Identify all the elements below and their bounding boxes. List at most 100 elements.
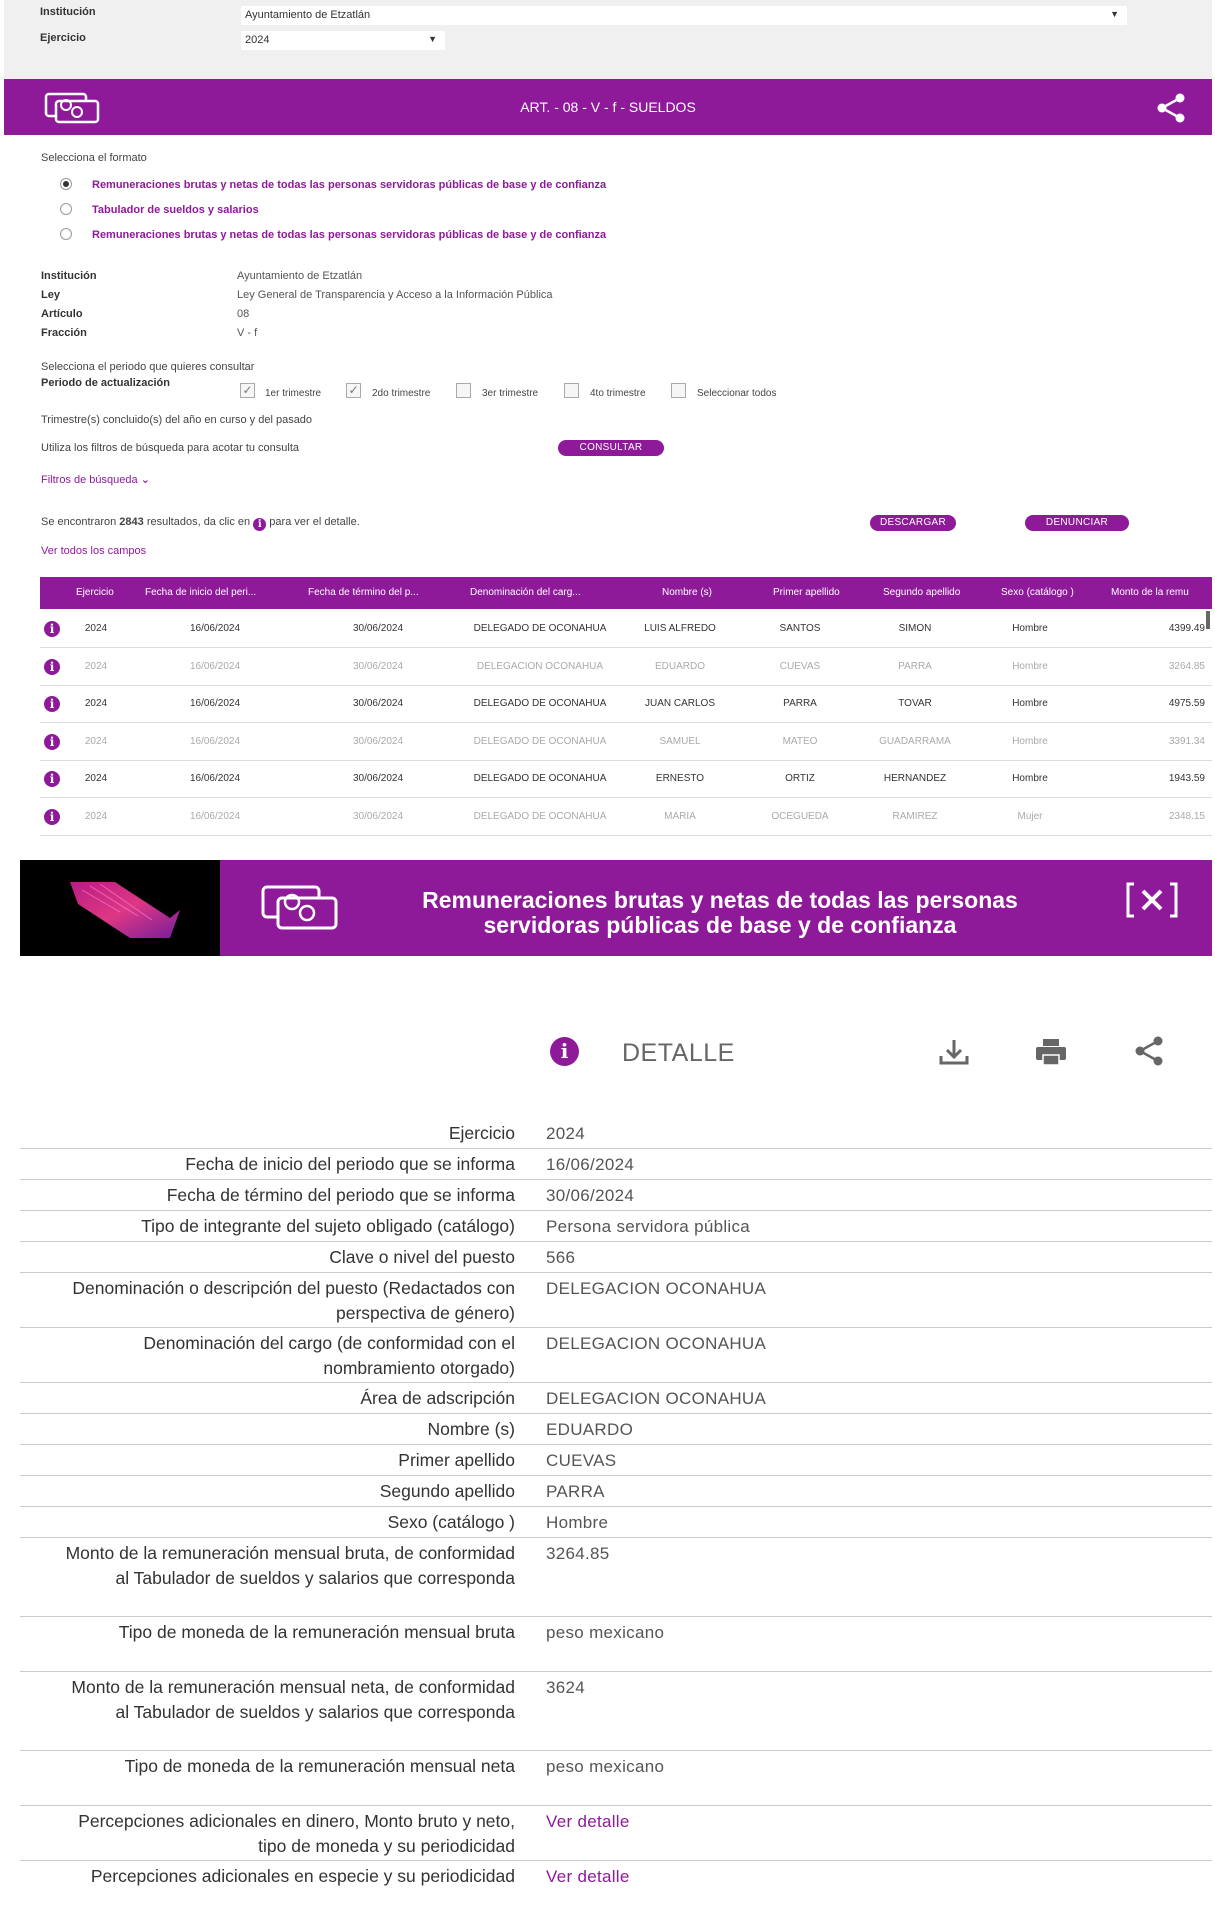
table-row[interactable]: i 2024 16/06/2024 30/06/2024 DELEGADO DE OCO… [40,799,1212,836]
detail-key: Fecha de término del periodo que se info… [166,1185,515,1205]
denunciar-button[interactable]: DENUNCIAR [1025,515,1129,531]
share-icon[interactable] [1134,1036,1164,1066]
detail-row: Tipo de moneda de la remuneración mensua… [20,1751,1212,1806]
detail-key: Monto de la remuneración mensual neta, d… [71,1677,515,1722]
detail-value: 2024 [546,1124,586,1143]
table-header: Ejercicio Fecha de inicio del peri... Fe… [40,577,1212,609]
detail-key: Denominación o descripción del puesto (R… [72,1278,515,1323]
chevron-down-icon: ▼ [1110,9,1119,19]
table-row[interactable]: i 2024 16/06/2024 30/06/2024 DELEGADO DE OCO… [40,761,1212,798]
meta-fraccion-key: Fracción [41,327,87,339]
banner-title: Remuneraciones brutas y netas de todas l… [422,887,1018,938]
table-cell: PARRA [898,660,932,672]
info-icon: i [550,1037,579,1066]
format-option-3[interactable]: Remuneraciones brutas y netas de todas l… [92,229,606,241]
table-row[interactable]: i 2024 16/06/2024 30/06/2024 DELEGADO DE OCO… [40,611,1212,648]
ejercicio-label: Ejercicio [40,32,86,44]
format-option-2[interactable]: Tabulador de sueldos y salarios [92,204,259,216]
meta-institucion-value: Ayuntamiento de Etzatlán [237,270,363,282]
ejercicio-select[interactable]: 2024 ▼ [241,31,445,50]
meta-fraccion-value: V - f [237,327,258,339]
detail-value: 3264.85 [546,1544,610,1563]
info-icon: i [253,518,267,531]
table-row[interactable]: i 2024 16/06/2024 30/06/2024 DELEGADO DE OCO… [40,686,1212,723]
meta-ley-value: Ley General de Transparencia y Acceso a … [237,289,553,301]
ver-detalle-link[interactable]: Ver detalle [546,1864,630,1889]
table-cell: HERNANDEZ [883,773,947,784]
filtros-toggle-label: Filtros de búsqueda [41,474,138,486]
table-cell: 2024 [84,623,108,634]
info-icon[interactable]: i [44,658,60,675]
download-icon[interactable] [938,1038,970,1066]
column-header[interactable]: Sexo (catálogo ) [1001,587,1074,598]
detail-row: Área de adscripción DELEGACION OCONAHUA [20,1383,1212,1414]
institucion-select-value: Ayuntamiento de Etzatlán [245,9,371,21]
format-radio-3[interactable] [60,228,72,240]
institucion-select[interactable]: Ayuntamiento de Etzatlán ▼ [241,6,1127,25]
detail-row: Clave o nivel del puesto 566 [20,1242,1212,1273]
format-radio-2[interactable] [60,203,72,215]
column-header[interactable]: Nombre (s) [662,587,712,598]
info-icon[interactable]: i [44,733,60,750]
period-option-4[interactable]: 4to trimestre [590,388,646,399]
table-cell: 16/06/2024 [189,698,241,709]
close-icon[interactable] [1126,882,1178,918]
column-header[interactable]: Monto de la remu [1111,587,1212,598]
table-cell: ERNESTO [655,773,705,784]
table-cell: 4975.59 [1168,698,1205,709]
table-cell: Hombre [1012,660,1048,672]
checkmark-icon: ✓ [242,383,253,397]
period-option-1[interactable]: 1er trimestre [265,388,321,399]
column-header[interactable]: Primer apellido [773,587,840,598]
table-cell: SANTOS [779,623,821,634]
table-cell: 30/06/2024 [352,660,404,672]
table-cell: 30/06/2024 [352,735,404,747]
results-summary: Se encontraron 2843 resultados, da clic … [41,516,360,531]
detail-key: Segundo apellido [379,1481,515,1501]
table-cell: Mujer [1017,810,1043,822]
column-header[interactable]: Fecha de inicio del peri... [145,587,285,598]
info-icon[interactable]: i [44,621,60,637]
detail-key: Área de adscripción [360,1388,515,1408]
detail-key: Primer apellido [398,1450,515,1470]
period-option-all[interactable]: Seleccionar todos [697,388,777,399]
period-checkbox-3[interactable] [456,383,471,398]
info-icon[interactable]: i [44,808,60,825]
table-cell: 2024 [84,810,108,822]
period-checkbox-4[interactable] [564,383,579,398]
column-header[interactable]: Fecha de término del p... [308,587,448,598]
detail-key: Nombre (s) [427,1419,515,1439]
detail-value: 3624 [546,1678,586,1697]
table-cell: PARRA [783,698,817,709]
period-checkbox-all[interactable] [671,383,686,398]
descargar-button[interactable]: DESCARGAR [870,515,956,531]
table-cell: Hombre [1012,773,1048,784]
table-cell: GUADARRAMA [879,735,951,747]
table-cell: SAMUEL [659,735,701,747]
format-radio-1[interactable] [60,178,72,190]
period-checkbox-2[interactable]: ✓ [346,383,361,398]
print-icon[interactable] [1035,1038,1067,1066]
consultar-button[interactable]: CONSULTAR [558,440,664,456]
period-option-3[interactable]: 3er trimestre [482,388,538,399]
detail-value: Persona servidora pública [546,1217,751,1236]
table-row[interactable]: i 2024 16/06/2024 30/06/2024 DELEGACION OCON… [40,649,1212,686]
period-option-2[interactable]: 2do trimestre [372,388,430,399]
column-header[interactable]: Ejercicio [76,587,114,598]
column-header[interactable]: Segundo apellido [883,587,960,598]
filtros-toggle[interactable]: Filtros de búsqueda ⌄ [41,473,150,486]
ver-todos-campos-link[interactable]: Ver todos los campos [41,545,146,557]
table-cell: EDUARDO [654,660,705,672]
ver-detalle-link[interactable]: Ver detalle [546,1809,630,1834]
column-header[interactable]: Denominación del carg... [470,587,610,598]
table-cell: 1943.59 [1168,773,1205,784]
format-option-1[interactable]: Remuneraciones brutas y netas de todas l… [92,179,606,191]
table-row[interactable]: i 2024 16/06/2024 30/06/2024 DELEGADO DE OCO… [40,724,1212,761]
info-icon[interactable]: i [44,696,60,712]
detail-value: DELEGACION OCONAHUA [546,1279,767,1298]
results-count: 2843 [119,516,144,528]
detail-title: DETALLE [622,1039,735,1067]
period-checkbox-1[interactable]: ✓ [240,383,255,398]
share-icon[interactable] [1156,93,1186,123]
info-icon[interactable]: i [44,771,60,787]
